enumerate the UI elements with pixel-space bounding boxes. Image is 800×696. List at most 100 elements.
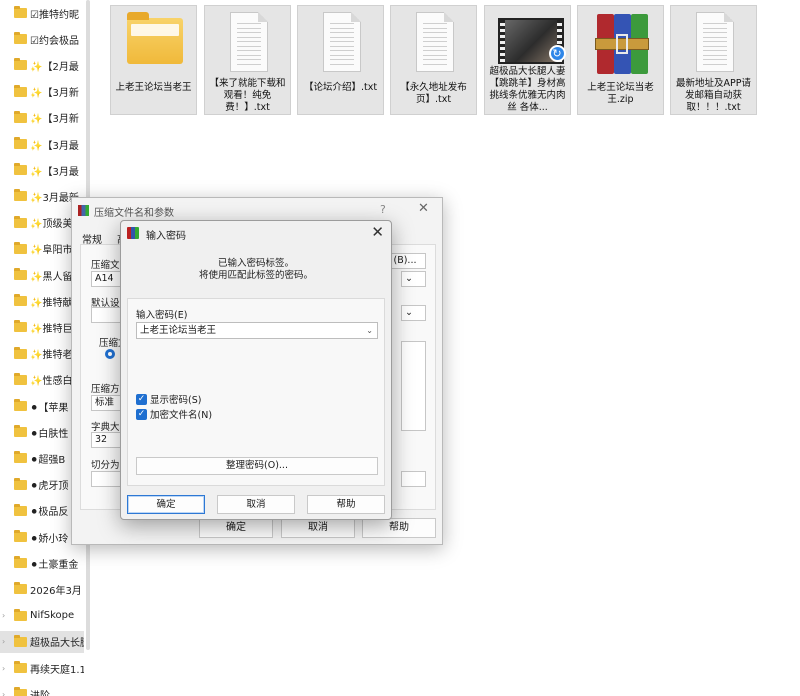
update-mode-dropdown[interactable]: ⌄	[401, 305, 426, 321]
file-item[interactable]: 上老王论坛当老王.zip	[577, 5, 664, 115]
nav-item[interactable]: ✨【3月最	[0, 133, 84, 155]
folder-icon	[14, 84, 27, 97]
password-set-button[interactable]	[401, 471, 426, 487]
ok-button[interactable]: 确定	[127, 495, 205, 514]
nav-item-label: 再续天庭1.1	[30, 664, 84, 676]
show-password-label: 显示密码(S)	[150, 395, 202, 406]
nav-item-label: ☑推特约昵	[30, 9, 79, 21]
folder-icon	[14, 58, 27, 71]
nav-item-label: ⚫土豪重金	[30, 559, 79, 571]
options-group	[401, 341, 426, 431]
nav-item-label: ⚫【苹果	[30, 402, 69, 414]
file-item[interactable]: 【来了就能下载和观看！纯免费！】.txt	[204, 5, 291, 115]
winrar-icon	[78, 205, 89, 216]
dictionary-select[interactable]: 32	[91, 432, 121, 448]
nav-item-label: ✨【3月最	[30, 166, 79, 178]
folder-icon	[14, 189, 27, 202]
chevron-right-icon[interactable]: ›	[2, 611, 5, 620]
text-file-icon	[404, 12, 464, 80]
nav-item[interactable]: ✨【3月最	[0, 159, 84, 181]
organize-passwords-button[interactable]: 整理密码(O)...	[136, 457, 378, 475]
encrypt-filenames-checkbox[interactable]: ✓ 加密文件名(N)	[136, 407, 212, 421]
chevron-right-icon[interactable]: ›	[2, 690, 5, 696]
nav-item-label: ✨推特老	[30, 350, 73, 362]
file-name: 上老王论坛当老王	[115, 82, 192, 93]
file-item[interactable]: 最新地址及APP请发邮箱自动获取！！！.txt	[670, 5, 757, 115]
archive-name-label: 压缩文	[91, 260, 120, 271]
close-icon[interactable]: ✕	[371, 223, 384, 241]
checkmark-icon: ✓	[136, 393, 147, 405]
text-file-icon	[218, 12, 278, 76]
chevron-right-icon[interactable]: ›	[2, 637, 5, 646]
nav-item-label: 进阶…	[30, 687, 60, 696]
nav-item[interactable]: › 超极品大长腿	[0, 630, 84, 653]
show-password-checkbox[interactable]: ✓ 显示密码(S)	[136, 392, 201, 406]
nav-item-label: ⚫娇小玲	[30, 533, 69, 545]
folder-icon	[14, 372, 27, 385]
password-value: 上老王论坛当老王	[140, 325, 217, 336]
file-item[interactable]: 【永久地址发布页】.txt	[390, 5, 477, 115]
folder-icon	[14, 215, 27, 228]
folder-icon	[14, 582, 27, 595]
file-item[interactable]: 【论坛介绍】.txt	[297, 5, 384, 115]
nav-item[interactable]: ⚫土豪重金	[0, 552, 84, 574]
archive-name-dropdown[interactable]: ⌄	[401, 271, 426, 287]
nav-item[interactable]: ☑推特约昵	[0, 2, 84, 24]
folder-icon	[14, 425, 27, 438]
nav-item[interactable]: ✨【3月新	[0, 107, 84, 129]
nav-item-label: ✨性感白	[30, 376, 73, 388]
nav-item[interactable]: 2026年3月	[0, 578, 84, 600]
format-radio[interactable]	[105, 349, 115, 359]
password-input[interactable]: 上老王论坛当老王 ⌄	[136, 322, 378, 339]
help-icon[interactable]: ?	[380, 203, 386, 216]
cancel-button[interactable]: 取消	[281, 518, 355, 538]
cancel-button[interactable]: 取消	[217, 495, 295, 514]
folder-icon	[124, 12, 184, 80]
nav-item-label: ✨【2月最	[30, 61, 79, 73]
method-label: 压缩方	[91, 384, 120, 395]
nav-item[interactable]: › 再续天庭1.1	[0, 657, 84, 679]
chevron-down-icon: ⌄	[405, 273, 413, 284]
folder-icon	[14, 451, 27, 464]
nav-item-label: 超极品大长腿	[30, 638, 84, 650]
file-item[interactable]: 上老王论坛当老王	[110, 5, 197, 115]
archive-name-field[interactable]: A14	[91, 271, 121, 287]
close-icon[interactable]: ✕	[418, 201, 429, 216]
nav-item-label: ☑约会极品	[30, 35, 79, 47]
password-dialog: 输入密码 ✕ 已输入密码标签。 将使用匹配此标签的密码。 输入密码(E) 上老王…	[120, 220, 392, 520]
folder-icon	[14, 477, 27, 490]
nav-item-label: ⚫超强B	[30, 454, 66, 466]
nav-item[interactable]: ✨【2月最	[0, 54, 84, 76]
folder-icon	[14, 320, 27, 333]
help-button[interactable]: 帮助	[307, 495, 385, 514]
ok-button[interactable]: 确定	[199, 518, 273, 538]
nav-item[interactable]: › 进阶…	[0, 683, 84, 696]
nav-item-label: ✨【3月新	[30, 88, 79, 100]
nav-item-label: ✨推特巨	[30, 323, 73, 335]
folder-icon	[14, 137, 27, 149]
password-label: 输入密码(E)	[136, 310, 188, 321]
method-select[interactable]: 标准	[91, 395, 121, 411]
winrar-icon	[127, 227, 139, 239]
help-button[interactable]: 帮助	[362, 518, 436, 538]
folder-icon	[14, 6, 27, 18]
chevron-down-icon[interactable]: ⌄	[366, 323, 373, 338]
folder-icon	[14, 163, 27, 176]
chevron-right-icon[interactable]: ›	[2, 664, 5, 673]
file-name: 【来了就能下载和观看！纯免费！】.txt	[209, 78, 286, 113]
nav-item[interactable]: › NifSkope	[0, 605, 84, 627]
split-select[interactable]	[91, 471, 121, 487]
profiles-button[interactable]	[91, 307, 121, 323]
folder-icon	[14, 556, 27, 569]
encrypt-filenames-label: 加密文件名(N)	[150, 410, 213, 421]
text-file-icon	[684, 12, 744, 76]
dialog-titlebar[interactable]: 输入密码 ✕	[121, 221, 391, 245]
nav-item-label: ✨【3月新	[30, 114, 79, 126]
nav-item[interactable]: ☑约会极品	[0, 28, 84, 50]
nav-item[interactable]: ✨【3月新	[0, 81, 84, 103]
dialog-title: 输入密码	[146, 231, 186, 242]
folder-icon	[14, 687, 27, 696]
info-text-line2: 将使用匹配此标签的密码。	[198, 270, 313, 281]
nav-item-label: ✨顶级美	[30, 219, 73, 231]
file-item[interactable]: ↻ 超极品大长腿人妻【跳跳羊】身材高挑线条优雅无内肉丝 各体...	[484, 5, 571, 115]
